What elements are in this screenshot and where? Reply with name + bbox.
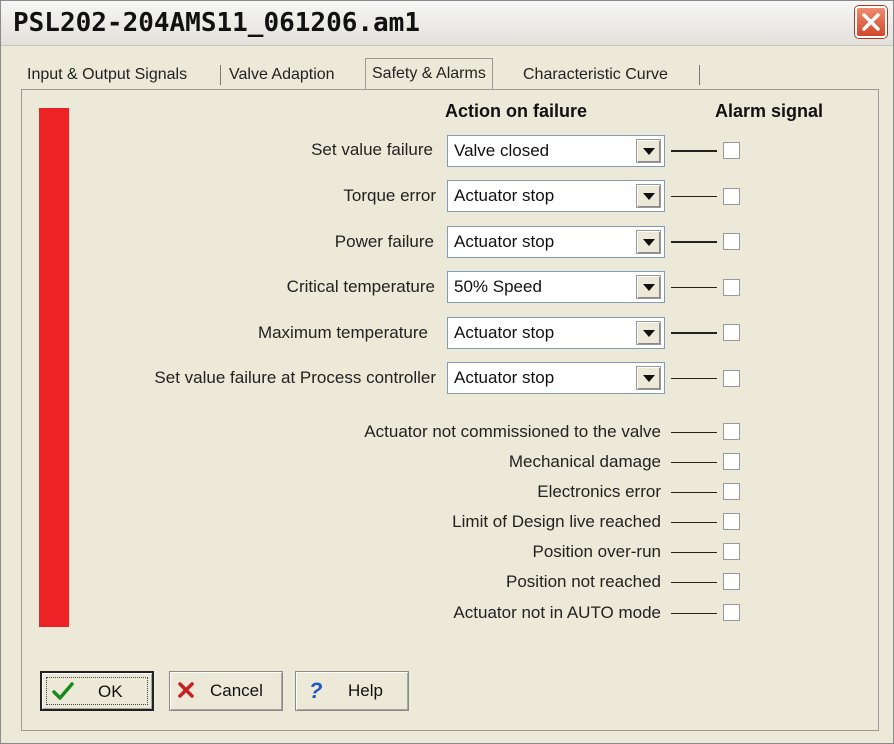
- select-value: 50% Speed: [454, 277, 542, 296]
- connector-line: [671, 613, 717, 614]
- select-value: Actuator stop: [454, 368, 555, 387]
- tab-safety-alarms[interactable]: Safety & Alarms: [365, 58, 493, 89]
- chevron-down-icon: [643, 330, 655, 337]
- row-label: Actuator not commissioned to the valve: [364, 422, 661, 441]
- checkmark-icon: [52, 681, 74, 706]
- connector-line: [671, 432, 717, 433]
- power-failure-select[interactable]: Actuator stop: [447, 226, 665, 258]
- alarm-checkbox[interactable]: [723, 324, 740, 341]
- set-value-failure-select[interactable]: Valve closed: [447, 135, 665, 167]
- alarm-checkbox[interactable]: [723, 370, 740, 387]
- row-label: Electronics error: [537, 482, 661, 501]
- tab-separator: [220, 65, 221, 85]
- alarm-checkbox[interactable]: [723, 279, 740, 296]
- tab-characteristic-curve[interactable]: Characteristic Curve: [517, 61, 674, 88]
- title-bar[interactable]: PSL202-204AMS11_061206.am1: [1, 1, 893, 46]
- status-indicator-bar: [39, 108, 69, 627]
- dropdown-button[interactable]: [636, 139, 661, 163]
- chevron-down-icon: [643, 239, 655, 246]
- alarm-checkbox[interactable]: [723, 188, 740, 205]
- alarm-signal-header: Alarm signal: [715, 101, 824, 121]
- connector-line: [671, 582, 717, 583]
- process-controller-failure-select[interactable]: Actuator stop: [447, 362, 665, 394]
- x-icon: [178, 682, 194, 703]
- dropdown-button[interactable]: [636, 184, 661, 208]
- connector-line: [671, 241, 717, 243]
- alarm-checkbox[interactable]: [723, 233, 740, 250]
- select-value: Actuator stop: [454, 232, 555, 251]
- action-on-failure-header: Action on failure: [445, 101, 588, 121]
- row-label: Set value failure: [311, 140, 433, 159]
- ok-button[interactable]: OK: [40, 671, 154, 711]
- tab-separator: [699, 65, 700, 85]
- row-label: Maximum temperature: [257, 323, 428, 342]
- maximum-temperature-select[interactable]: Actuator stop: [447, 317, 665, 349]
- select-value: Actuator stop: [454, 323, 555, 342]
- alarm-checkbox[interactable]: [723, 453, 740, 470]
- help-label: Help: [348, 681, 383, 700]
- alarm-checkbox[interactable]: [723, 513, 740, 530]
- row-label: Position not reached: [506, 572, 661, 591]
- alarm-checkbox[interactable]: [723, 483, 740, 500]
- close-icon: [862, 13, 880, 31]
- connector-line: [671, 492, 717, 493]
- select-value: Valve closed: [454, 141, 550, 160]
- connector-line: [671, 522, 717, 523]
- row-label: Limit of Design live reached: [452, 512, 661, 531]
- alarm-checkbox[interactable]: [723, 543, 740, 560]
- connector-line: [671, 150, 717, 152]
- alarm-checkbox[interactable]: [723, 604, 740, 621]
- row-label: Critical temperature: [286, 277, 435, 296]
- row-label: Power failure: [334, 232, 434, 251]
- chevron-down-icon: [643, 284, 655, 291]
- select-value: Actuator stop: [454, 186, 555, 205]
- chevron-down-icon: [643, 375, 655, 382]
- dropdown-button[interactable]: [636, 321, 661, 345]
- dropdown-button[interactable]: [636, 275, 661, 299]
- alarm-checkbox[interactable]: [723, 423, 740, 440]
- connector-line: [671, 332, 717, 334]
- critical-temperature-select[interactable]: 50% Speed: [447, 271, 665, 303]
- row-label: Set value failure at Process controller: [154, 368, 436, 387]
- row-label: Torque error: [343, 186, 436, 205]
- connector-line: [671, 552, 717, 553]
- ok-label: OK: [98, 682, 123, 701]
- dialog-window: PSL202-204AMS11_061206.am1 Input & Outpu…: [0, 0, 894, 744]
- question-mark-icon: ?: [308, 678, 324, 707]
- chevron-down-icon: [643, 148, 655, 155]
- dropdown-button[interactable]: [636, 230, 661, 254]
- torque-error-select[interactable]: Actuator stop: [447, 180, 665, 212]
- connector-line: [671, 462, 717, 463]
- svg-text:?: ?: [309, 678, 322, 702]
- tab-valve-adaption[interactable]: Valve Adaption: [223, 61, 341, 88]
- row-label: Actuator not in AUTO mode: [453, 603, 661, 622]
- cancel-button[interactable]: Cancel: [169, 671, 283, 711]
- connector-line: [671, 378, 717, 379]
- chevron-down-icon: [643, 193, 655, 200]
- connector-line: [671, 287, 717, 288]
- dropdown-button[interactable]: [636, 366, 661, 390]
- close-button[interactable]: [855, 6, 887, 38]
- alarm-checkbox[interactable]: [723, 573, 740, 590]
- row-label: Mechanical damage: [508, 452, 661, 471]
- cancel-label: Cancel: [210, 681, 263, 700]
- help-button[interactable]: ? Help: [295, 671, 409, 711]
- connector-line: [671, 196, 717, 197]
- alarm-checkbox[interactable]: [723, 142, 740, 159]
- tab-input-output-signals[interactable]: Input & Output Signals: [21, 61, 193, 88]
- window-title: PSL202-204AMS11_061206.am1: [13, 8, 420, 38]
- row-label: Position over-run: [532, 542, 661, 561]
